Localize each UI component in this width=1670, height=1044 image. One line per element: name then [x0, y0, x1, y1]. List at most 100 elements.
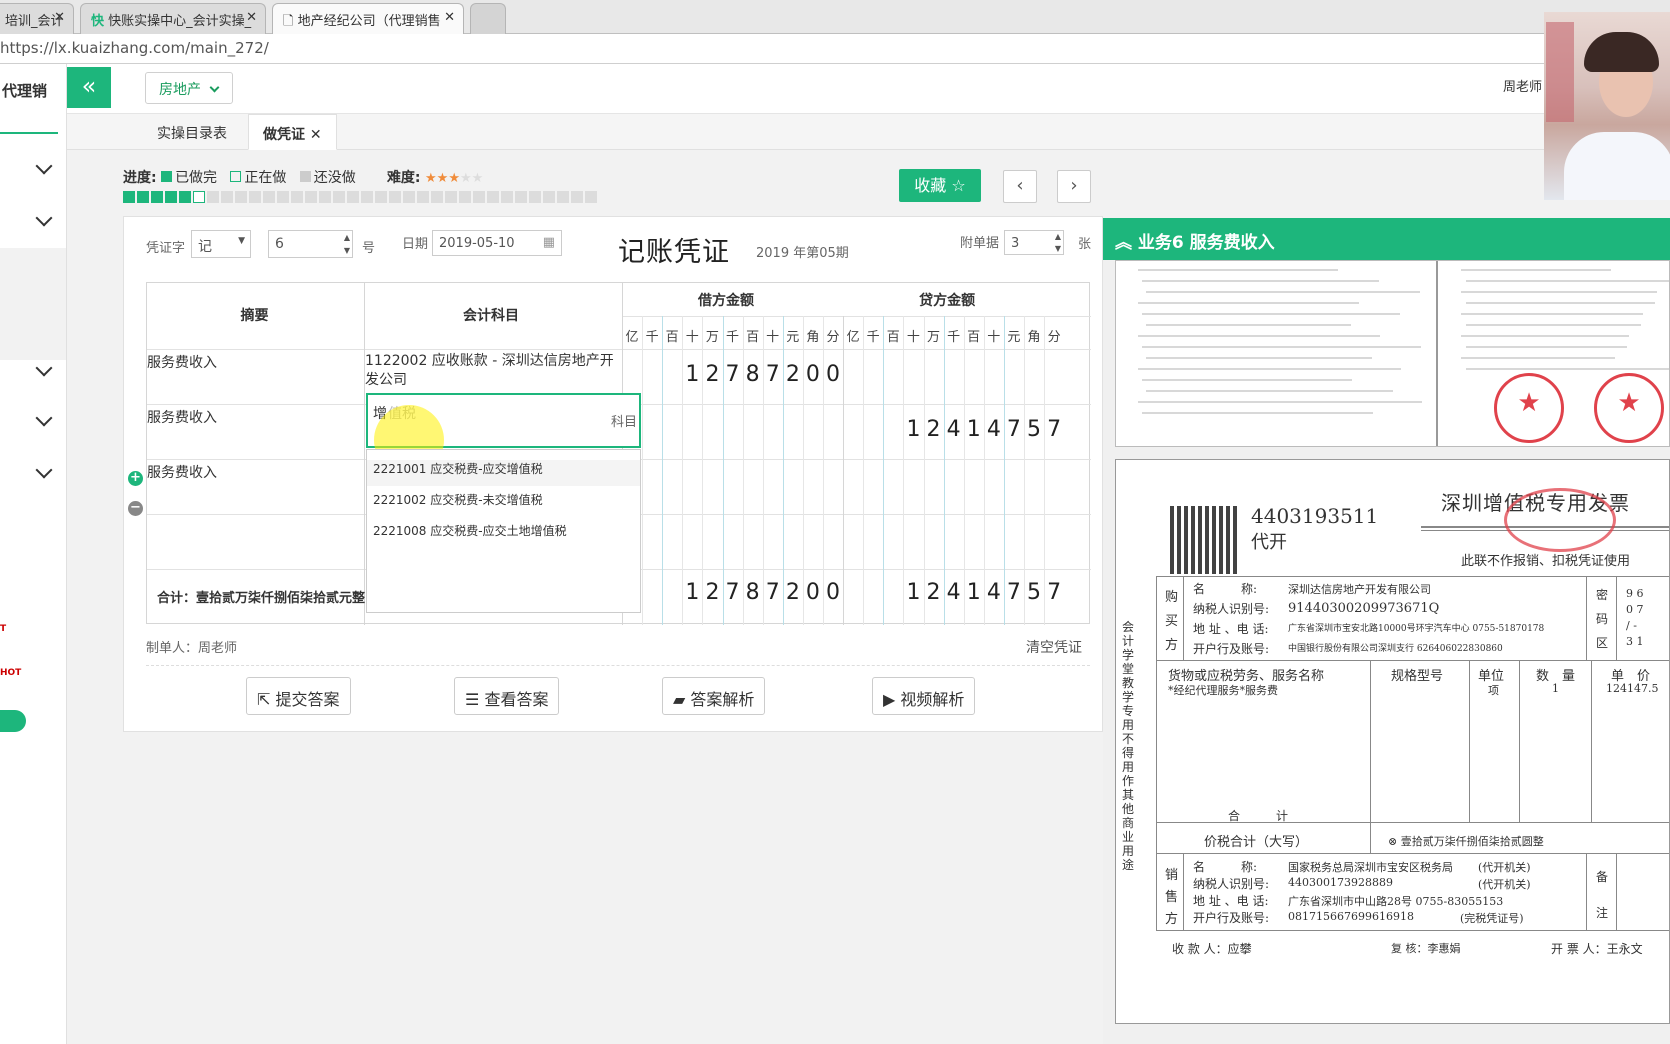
address-bar[interactable]: https://lx.kuaizhang.com/main_272/: [0, 34, 1670, 64]
summary-cell[interactable]: 服务费收入: [147, 352, 217, 372]
summary-cell[interactable]: 服务费收入: [147, 462, 217, 482]
submit-answer-button[interactable]: ⇱ 提交答案: [246, 677, 351, 715]
row-divider: [147, 349, 1091, 350]
close-icon[interactable]: ✕: [246, 10, 257, 25]
unit-value: 项: [1488, 684, 1499, 697]
dropdown-item[interactable]: 2221001 应交税费-应交增值税: [367, 460, 640, 486]
view-answer-button[interactable]: ☰ 查看答案: [454, 677, 560, 715]
progress-cell[interactable]: [389, 191, 401, 203]
voucher-type-select[interactable]: 记 ▼: [191, 230, 251, 258]
progress-cell[interactable]: [347, 191, 359, 203]
progress-cell[interactable]: [277, 191, 289, 203]
progress-cell[interactable]: [515, 191, 527, 203]
amount-digit: 7: [765, 580, 780, 605]
progress-cell[interactable]: [179, 191, 191, 203]
progress-cell[interactable]: [193, 191, 205, 203]
progress-cell[interactable]: [249, 191, 261, 203]
chevron-down-icon[interactable]: [35, 359, 53, 377]
progress-cell[interactable]: [319, 191, 331, 203]
tab-catalog[interactable]: 实操目录表: [143, 114, 241, 150]
close-icon[interactable]: ✕: [54, 10, 65, 25]
progress-cell[interactable]: [445, 191, 457, 203]
progress-cell[interactable]: [207, 191, 219, 203]
progress-cell[interactable]: [221, 191, 233, 203]
date-input[interactable]: 2019-05-10 ▦: [432, 230, 562, 256]
progress-cell[interactable]: [375, 191, 387, 203]
chevron-down-icon[interactable]: [35, 409, 53, 427]
progress-cell[interactable]: [543, 191, 555, 203]
new-tab-button[interactable]: [470, 3, 506, 34]
progress-cell[interactable]: [361, 191, 373, 203]
progress-cell[interactable]: [459, 191, 471, 203]
answer-analysis-button[interactable]: ▰ 答案解析: [662, 677, 766, 715]
digit-unit-label: 元: [786, 330, 800, 345]
next-button[interactable]: ›: [1057, 170, 1091, 203]
business-header[interactable]: ︽ 业务6 服务费收入: [1103, 218, 1670, 260]
progress-cell[interactable]: [529, 191, 541, 203]
prev-button[interactable]: ‹: [1003, 170, 1037, 203]
calendar-icon[interactable]: ▦: [543, 235, 555, 250]
close-icon[interactable]: ✕: [444, 10, 455, 25]
password-label-char: 区: [1596, 636, 1609, 650]
stepper-icon[interactable]: ▲ ▼: [344, 231, 350, 257]
add-row-icon[interactable]: +: [128, 471, 143, 486]
presenter-hair: [1584, 32, 1659, 72]
browser-tab-active[interactable]: 🗋 地产经纪公司（代理销售 ✕: [272, 3, 464, 34]
progress-cell[interactable]: [263, 191, 275, 203]
industry-select[interactable]: 房地产: [145, 72, 233, 104]
dropdown-item[interactable]: 2221008 应交税费-应交土地增值税: [373, 522, 567, 539]
summary-cell[interactable]: 服务费收入: [147, 407, 217, 427]
progress-cell[interactable]: [501, 191, 513, 203]
red-seal-stamp: ★: [1594, 373, 1664, 443]
progress-cell[interactable]: [571, 191, 583, 203]
chevron-down-icon[interactable]: [35, 461, 53, 479]
account-suggestion-dropdown[interactable]: 2221001 应交税费-应交增值税 2221002 应交税费-未交增值税 2221…: [366, 449, 641, 613]
progress-cell[interactable]: [151, 191, 163, 203]
text-line: [1138, 335, 1380, 337]
divider: [146, 665, 1090, 666]
voucher-number-input[interactable]: 6 ▲ ▼: [268, 230, 353, 258]
date-label: 日期: [402, 237, 429, 252]
progress-cell[interactable]: [473, 191, 485, 203]
star-icon: ☆: [951, 176, 966, 195]
business-document-panel: ︽ 业务6 服务费收入 ★ ★ 4403193511 代开 深圳增值税专用发票 此联不…: [1103, 218, 1670, 1044]
progress-cell[interactable]: [557, 191, 569, 203]
text-line: [1146, 291, 1420, 293]
dropdown-item[interactable]: 2221002 应交税费-未交增值税: [373, 491, 543, 508]
browser-tab[interactable]: 快 快账实操中心_会计实操_ ✕: [80, 3, 266, 34]
user-name[interactable]: 周老师: [1503, 76, 1542, 95]
progress-cell[interactable]: [137, 191, 149, 203]
sidebar-pill-button[interactable]: [0, 710, 26, 732]
progress-cell[interactable]: [417, 191, 429, 203]
progress-cell[interactable]: [291, 191, 303, 203]
progress-cell[interactable]: [431, 191, 443, 203]
progress-cell[interactable]: [165, 191, 177, 203]
clear-voucher-link[interactable]: 清空凭证: [1026, 637, 1082, 657]
chevron-down-icon[interactable]: [35, 157, 53, 175]
progress-cell[interactable]: [123, 191, 135, 203]
text-line: [1146, 324, 1351, 326]
remove-row-icon[interactable]: −: [128, 501, 143, 516]
tab-make-voucher[interactable]: 做凭证 ✕: [248, 114, 337, 150]
progress-cell[interactable]: [333, 191, 345, 203]
close-icon[interactable]: ✕: [310, 127, 322, 143]
video-analysis-button[interactable]: ▶ 视频解析: [872, 677, 976, 715]
progress-cell[interactable]: [235, 191, 247, 203]
amount-words-label: 价税合计（大写）: [1204, 835, 1309, 850]
amount-digit: 7: [725, 362, 740, 387]
summary-header: 摘要: [240, 308, 269, 324]
progress-cell[interactable]: [305, 191, 317, 203]
chevron-down-icon[interactable]: [35, 209, 53, 227]
favorite-button[interactable]: 收藏 ☆: [899, 169, 981, 202]
progress-cell[interactable]: [487, 191, 499, 203]
amount-digit: 4: [986, 417, 1001, 442]
collapse-sidebar-button[interactable]: «: [67, 67, 111, 108]
buyer-field-key: 地 址 、电 话:: [1193, 622, 1269, 636]
attachment-count-input[interactable]: 3 ▲ ▼: [1004, 230, 1064, 255]
stepper-icon[interactable]: ▲ ▼: [1055, 231, 1061, 255]
browser-tab[interactable]: 培训_会计 ✕: [0, 3, 74, 34]
account-cell[interactable]: 1122002 应收账款 - 深圳达信房地产开发公司: [365, 352, 619, 390]
sidebar-item-selected[interactable]: [0, 248, 66, 360]
progress-cell[interactable]: [403, 191, 415, 203]
progress-cell[interactable]: [585, 191, 597, 203]
